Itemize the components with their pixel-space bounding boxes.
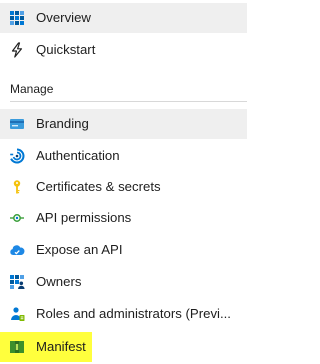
api-permissions-icon xyxy=(9,210,25,226)
nav-item-label: API permissions xyxy=(36,210,132,225)
nav-item-expose-api[interactable]: Expose an API xyxy=(0,235,247,265)
nav-item-label: Branding xyxy=(36,116,89,131)
nav-item-quickstart[interactable]: Quickstart xyxy=(0,35,247,65)
nav-item-label: Authentication xyxy=(36,148,120,163)
nav-item-api-permissions[interactable]: API permissions xyxy=(0,203,247,233)
manage-section-title: Manage xyxy=(10,82,54,96)
cloud-icon xyxy=(9,242,25,258)
nav-item-manifest[interactable]: Manifest xyxy=(0,332,92,362)
user-roles-icon xyxy=(9,306,25,322)
nav-item-authentication[interactable]: Authentication xyxy=(0,141,247,171)
nav-item-label: Owners xyxy=(36,274,82,289)
nav-item-label: Overview xyxy=(36,10,91,25)
nav-item-overview[interactable]: Overview xyxy=(0,3,247,33)
manifest-icon xyxy=(9,339,25,355)
branding-card-icon xyxy=(9,116,25,132)
overview-grid-icon xyxy=(9,10,25,26)
authentication-icon xyxy=(9,148,25,164)
app-registration-nav: Overview Quickstart Manage Branding Auth… xyxy=(0,0,247,364)
nav-item-owners[interactable]: Owners xyxy=(0,267,247,297)
nav-item-branding[interactable]: Branding xyxy=(0,109,247,139)
key-icon xyxy=(9,179,25,195)
quickstart-bolt-icon xyxy=(9,42,25,58)
nav-item-label: Expose an API xyxy=(36,242,123,257)
owners-grid-icon xyxy=(9,274,25,290)
section-divider xyxy=(10,101,247,102)
nav-item-label: Quickstart xyxy=(36,42,96,57)
nav-item-label: Roles and administrators (Previ... xyxy=(36,306,231,321)
nav-item-label: Certificates & secrets xyxy=(36,179,161,194)
nav-item-label: Manifest xyxy=(36,339,86,354)
nav-item-roles-administrators[interactable]: Roles and administrators (Previ... xyxy=(0,299,247,329)
nav-item-certificates-secrets[interactable]: Certificates & secrets xyxy=(0,172,247,202)
